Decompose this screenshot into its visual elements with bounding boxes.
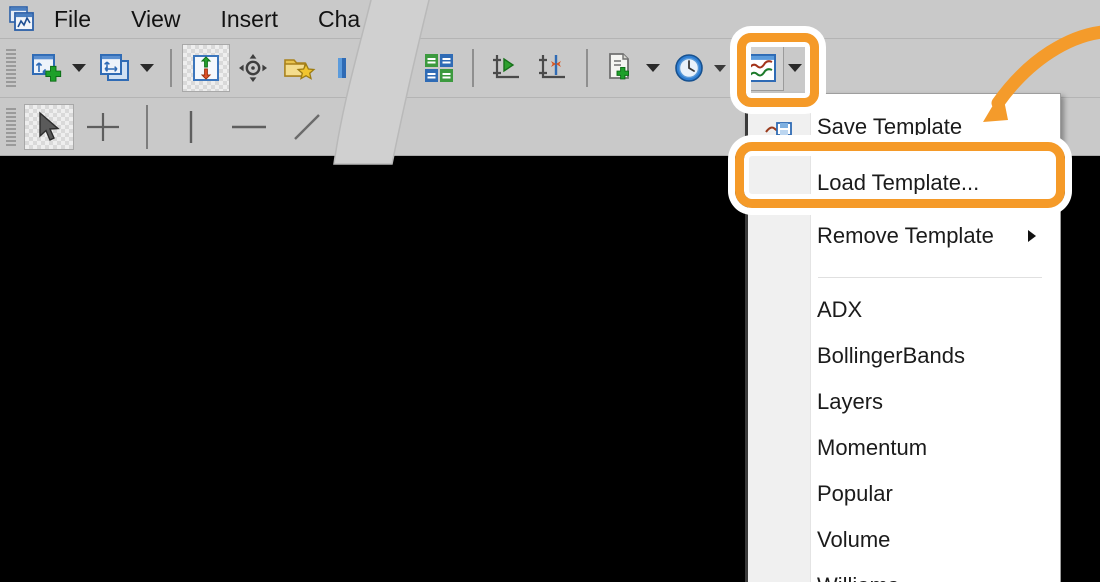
menu-template-layers-label: Layers: [817, 389, 884, 414]
menu-template-williams[interactable]: Williams: [748, 563, 1060, 582]
crosshair-tool[interactable]: [74, 104, 132, 150]
pointer-tool[interactable]: [24, 103, 74, 150]
toolbar-grip[interactable]: [6, 49, 16, 87]
template-button[interactable]: [738, 45, 784, 91]
template-item-icon: [748, 517, 810, 563]
menu-file[interactable]: File: [54, 7, 91, 31]
tile-windows-button[interactable]: [416, 45, 462, 91]
toolbar-separator-3: [586, 49, 588, 87]
remove-template-icon: [748, 213, 810, 259]
menu-template-bollingerbands-label: BollingerBands: [817, 343, 965, 368]
menu-view[interactable]: View: [131, 7, 180, 31]
menu-template-bollingerbands[interactable]: BollingerBands: [748, 333, 1060, 379]
menu-template-adx[interactable]: ADX: [748, 287, 1060, 333]
add-chart-caret-icon[interactable]: [72, 64, 86, 72]
duplicate-chart-caret-icon[interactable]: [140, 64, 154, 72]
move-updown-button[interactable]: [182, 44, 230, 92]
toolbar-separator: [170, 49, 172, 87]
submenu-chevron-icon: [1028, 230, 1036, 242]
menu-chart[interactable]: Cha: [318, 7, 360, 31]
vertical-line-tool[interactable]: [162, 104, 220, 150]
axis-play-button[interactable]: [484, 45, 530, 91]
menu-load-template-label: Load Template...: [817, 170, 980, 195]
new-document-caret-icon[interactable]: [646, 64, 660, 72]
menu-template-adx-label: ADX: [817, 297, 863, 322]
time-interval-caret-icon[interactable]: [714, 64, 726, 72]
menu-template-volume[interactable]: Volume: [748, 517, 1060, 563]
template-item-icon: [748, 471, 810, 517]
favorites-folder-button[interactable]: [276, 45, 322, 91]
menu-template-popular-label: Popular: [817, 481, 893, 506]
add-chart-button[interactable]: [24, 45, 70, 91]
load-template-icon: [748, 160, 810, 206]
menu-template-popular[interactable]: Popular: [748, 471, 1060, 517]
menu-template-momentum-label: Momentum: [817, 435, 928, 460]
menu-save-template-label: Save Template: [817, 114, 963, 139]
drawing-toolbar-grip[interactable]: [6, 107, 16, 146]
template-item-icon: [748, 379, 810, 425]
menu-items-list: Save Template Load Template... Remove Te…: [748, 94, 1060, 582]
menu-divider: [818, 277, 1042, 278]
save-template-icon: [748, 104, 810, 150]
main-toolbar: [0, 39, 1100, 98]
menu-template-layers[interactable]: Layers: [748, 379, 1060, 425]
crosshair-target-button[interactable]: [230, 45, 276, 91]
template-item-icon: [748, 425, 810, 471]
menu-load-template[interactable]: Load Template...: [748, 160, 1060, 206]
menu-template-momentum[interactable]: Momentum: [748, 425, 1060, 471]
menu-save-template[interactable]: Save Template: [748, 104, 1060, 150]
chart-app-icon: [8, 4, 38, 34]
template-item-icon: [748, 287, 810, 333]
drawing-separator: [146, 104, 148, 149]
elliott-wave-tool[interactable]: E: [336, 104, 394, 150]
svg-text:E: E: [370, 133, 377, 145]
template-item-icon: [748, 563, 810, 582]
menu-remove-template[interactable]: Remove Template: [748, 213, 1060, 259]
menu-template-volume-label: Volume: [817, 527, 891, 552]
new-document-button[interactable]: [598, 45, 644, 91]
time-interval-button[interactable]: [666, 45, 712, 91]
template-item-icon: [748, 333, 810, 379]
toolbar-separator-2: [472, 49, 474, 87]
screenshot-root: File View Insert Cha E Save Template Loa…: [0, 0, 1100, 582]
template-dropdown-menu[interactable]: Save Template Load Template... Remove Te…: [745, 93, 1061, 582]
axis-marker-button[interactable]: [530, 45, 576, 91]
horizontal-line-tool[interactable]: [220, 104, 278, 150]
menu-remove-template-label: Remove Template: [817, 223, 994, 248]
template-caret-icon[interactable]: [788, 64, 802, 72]
blue-bar-button[interactable]: [322, 45, 368, 91]
trend-line-tool[interactable]: [278, 104, 336, 150]
menu-bar: File View Insert Cha: [0, 0, 1100, 39]
menu-insert[interactable]: Insert: [221, 7, 279, 31]
duplicate-chart-button[interactable]: [92, 45, 138, 91]
menu-template-williams-label: Williams: [810, 573, 899, 582]
